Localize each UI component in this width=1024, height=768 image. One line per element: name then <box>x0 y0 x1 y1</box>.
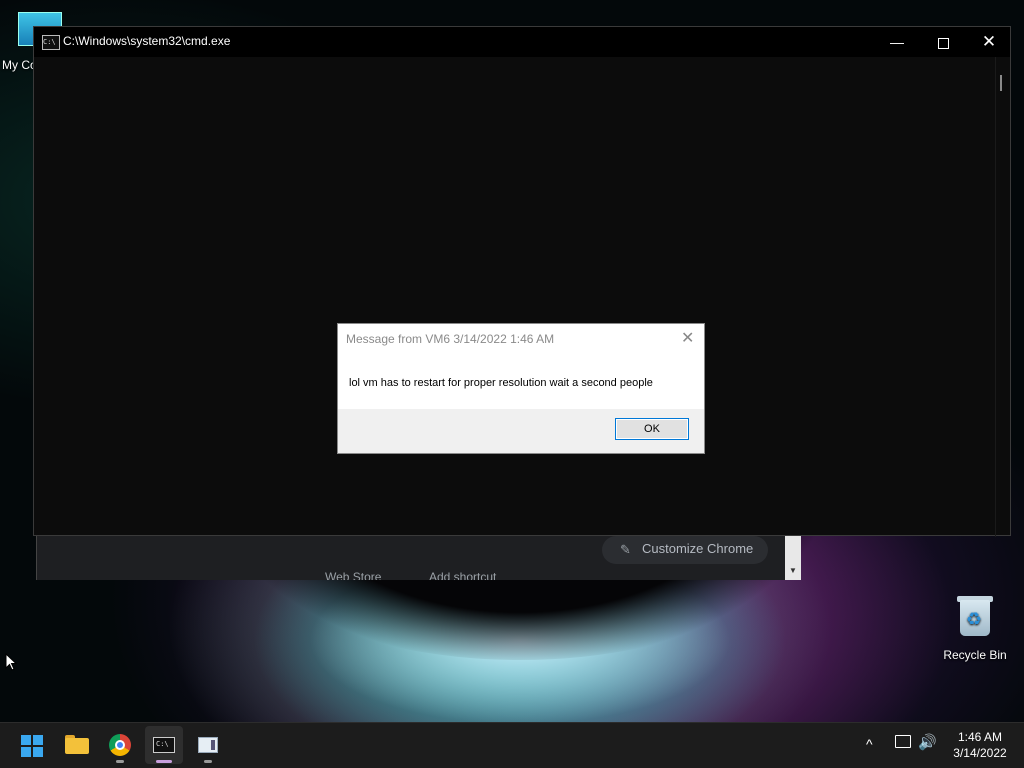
shortcut-add[interactable]: Add shortcut <box>429 570 496 580</box>
running-indicator <box>204 760 212 763</box>
scrollbar-track[interactable] <box>995 57 996 537</box>
scroll-down-icon[interactable]: ▼ <box>789 566 797 575</box>
chrome-window-background: ✎ Customize Chrome Web Store Add shortcu… <box>36 536 801 580</box>
desktop-icon-recycle-bin[interactable]: ♻ Recycle Bin <box>940 596 1010 662</box>
message-dialog[interactable]: Message from VM6 3/14/2022 1:46 AM ✕ lol… <box>337 323 705 454</box>
scrollbar-thumb[interactable] <box>1000 75 1002 91</box>
network-icon[interactable] <box>895 735 911 748</box>
scrollbar[interactable]: ▼ <box>785 536 801 580</box>
close-button[interactable]: ✕ <box>966 27 1012 57</box>
dialog-message: lol vm has to restart for proper resolut… <box>349 377 653 389</box>
shortcut-web-store[interactable]: Web Store <box>325 570 381 580</box>
taskbar-file-explorer[interactable] <box>58 726 96 764</box>
start-button[interactable] <box>13 726 51 764</box>
cmd-title-bar[interactable]: C:\ C:\Windows\system32\cmd.exe — ✕ <box>34 27 1010 57</box>
dialog-close-button[interactable]: ✕ <box>681 328 694 348</box>
taskbar: C:\ ^ 🔊 1:46 AM 3/14/2022 <box>0 722 1024 768</box>
desktop-icon-label: My Co <box>2 58 37 72</box>
cmd-window-title: C:\Windows\system32\cmd.exe <box>63 34 231 48</box>
clock-time: 1:46 AM <box>957 730 1003 744</box>
customize-chrome-label: Customize Chrome <box>642 541 754 556</box>
pencil-icon: ✎ <box>620 542 631 557</box>
show-hidden-icons-chevron-icon[interactable]: ^ <box>866 736 873 752</box>
taskbar-command-prompt[interactable]: C:\ <box>145 726 183 764</box>
clock[interactable]: 1:46 AM 3/14/2022 <box>940 729 1020 761</box>
volume-icon[interactable]: 🔊 <box>918 733 937 751</box>
taskbar-chrome[interactable] <box>101 726 139 764</box>
taskbar-vm-app[interactable] <box>189 726 227 764</box>
vm-app-icon <box>198 737 218 753</box>
maximize-button[interactable] <box>920 27 966 57</box>
recycle-bin-icon: ♻ <box>957 596 993 638</box>
minimize-button[interactable]: — <box>874 27 920 57</box>
maximize-icon <box>937 37 949 49</box>
ok-button[interactable]: OK <box>615 418 689 440</box>
dialog-footer: OK <box>338 409 704 453</box>
folder-icon <box>65 738 89 754</box>
running-indicator <box>116 760 124 763</box>
customize-chrome-button[interactable]: ✎ Customize Chrome <box>602 536 768 564</box>
desktop-icon-label: Recycle Bin <box>943 648 1007 662</box>
cmd-icon: C:\ <box>153 737 175 753</box>
dialog-title: Message from VM6 3/14/2022 1:46 AM <box>346 332 555 346</box>
cmd-icon: C:\ <box>42 35 60 50</box>
windows-logo-icon <box>21 735 31 745</box>
active-indicator <box>156 760 172 763</box>
cmd-window[interactable]: C:\ C:\Windows\system32\cmd.exe — ✕ <box>33 26 1011 537</box>
clock-date: 3/14/2022 <box>953 746 1007 760</box>
